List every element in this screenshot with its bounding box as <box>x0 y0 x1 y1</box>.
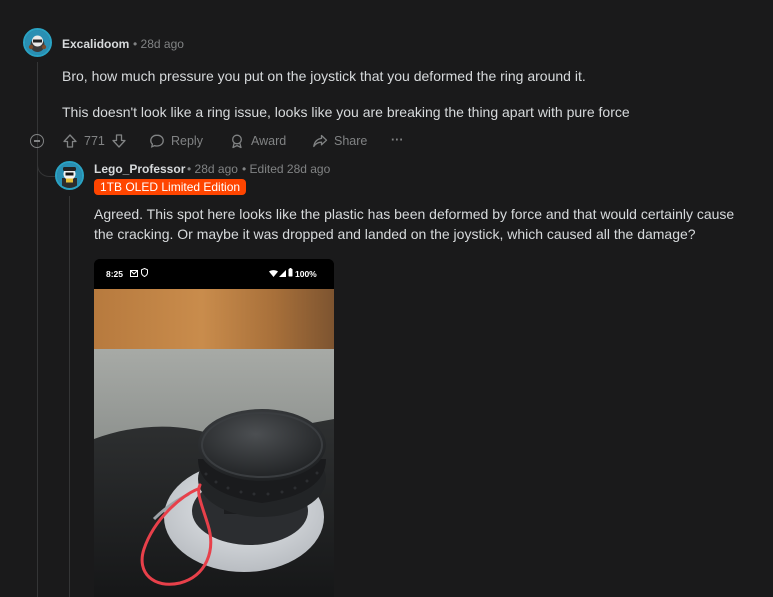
shield-icon <box>141 267 148 279</box>
comment-timestamp[interactable]: • 28d ago <box>187 162 238 176</box>
comment-author[interactable]: Lego_Professor <box>94 162 185 176</box>
reply-label: Reply <box>171 134 203 148</box>
award-icon <box>229 133 245 149</box>
comment-body-line: This doesn't look like a ring issue, loo… <box>62 104 630 120</box>
mail-icon <box>130 269 138 279</box>
award-label: Award <box>251 134 287 148</box>
avatar-image <box>25 30 50 55</box>
reply-button[interactable]: Reply <box>149 132 203 150</box>
comment-timestamp[interactable]: • 28d ago <box>133 37 184 51</box>
phone-status-bar: 8:25 100% <box>94 259 334 289</box>
avatar-image <box>57 163 82 188</box>
more-options-icon: ··· <box>391 133 404 147</box>
joystick-photo <box>94 289 334 597</box>
vote-group: 771 <box>62 132 127 150</box>
share-button[interactable]: Share <box>312 132 367 150</box>
comment-body: Agreed. This spot here looks like the pl… <box>94 206 735 242</box>
thread-line-reply[interactable] <box>69 196 70 597</box>
share-icon <box>312 133 328 149</box>
battery-icon <box>288 268 293 279</box>
arrow-down-icon[interactable] <box>111 133 127 149</box>
arrow-up-icon[interactable] <box>62 133 78 149</box>
more-options-button[interactable]: ··· <box>391 131 404 149</box>
share-label: Share <box>334 134 368 148</box>
collapse-thread-button[interactable] <box>30 134 44 148</box>
comment-image[interactable]: 8:25 100% <box>94 259 334 597</box>
avatar[interactable] <box>23 28 52 57</box>
signal-icon <box>279 269 286 279</box>
comment-body-line: Bro, how much pressure you put on the jo… <box>62 68 586 84</box>
comment-edited: • Edited 28d ago <box>242 162 331 176</box>
user-flair: 1TB OLED Limited Edition <box>94 179 247 195</box>
speech-bubble-icon <box>149 133 165 149</box>
status-time: 8:25 <box>106 269 124 279</box>
vote-score: 771 <box>84 134 105 148</box>
comment-author[interactable]: Excalidoom <box>62 37 129 51</box>
battery-percent: 100% <box>295 269 317 279</box>
wifi-icon <box>269 269 278 279</box>
award-button[interactable]: Award <box>229 132 286 150</box>
avatar[interactable] <box>55 161 84 190</box>
